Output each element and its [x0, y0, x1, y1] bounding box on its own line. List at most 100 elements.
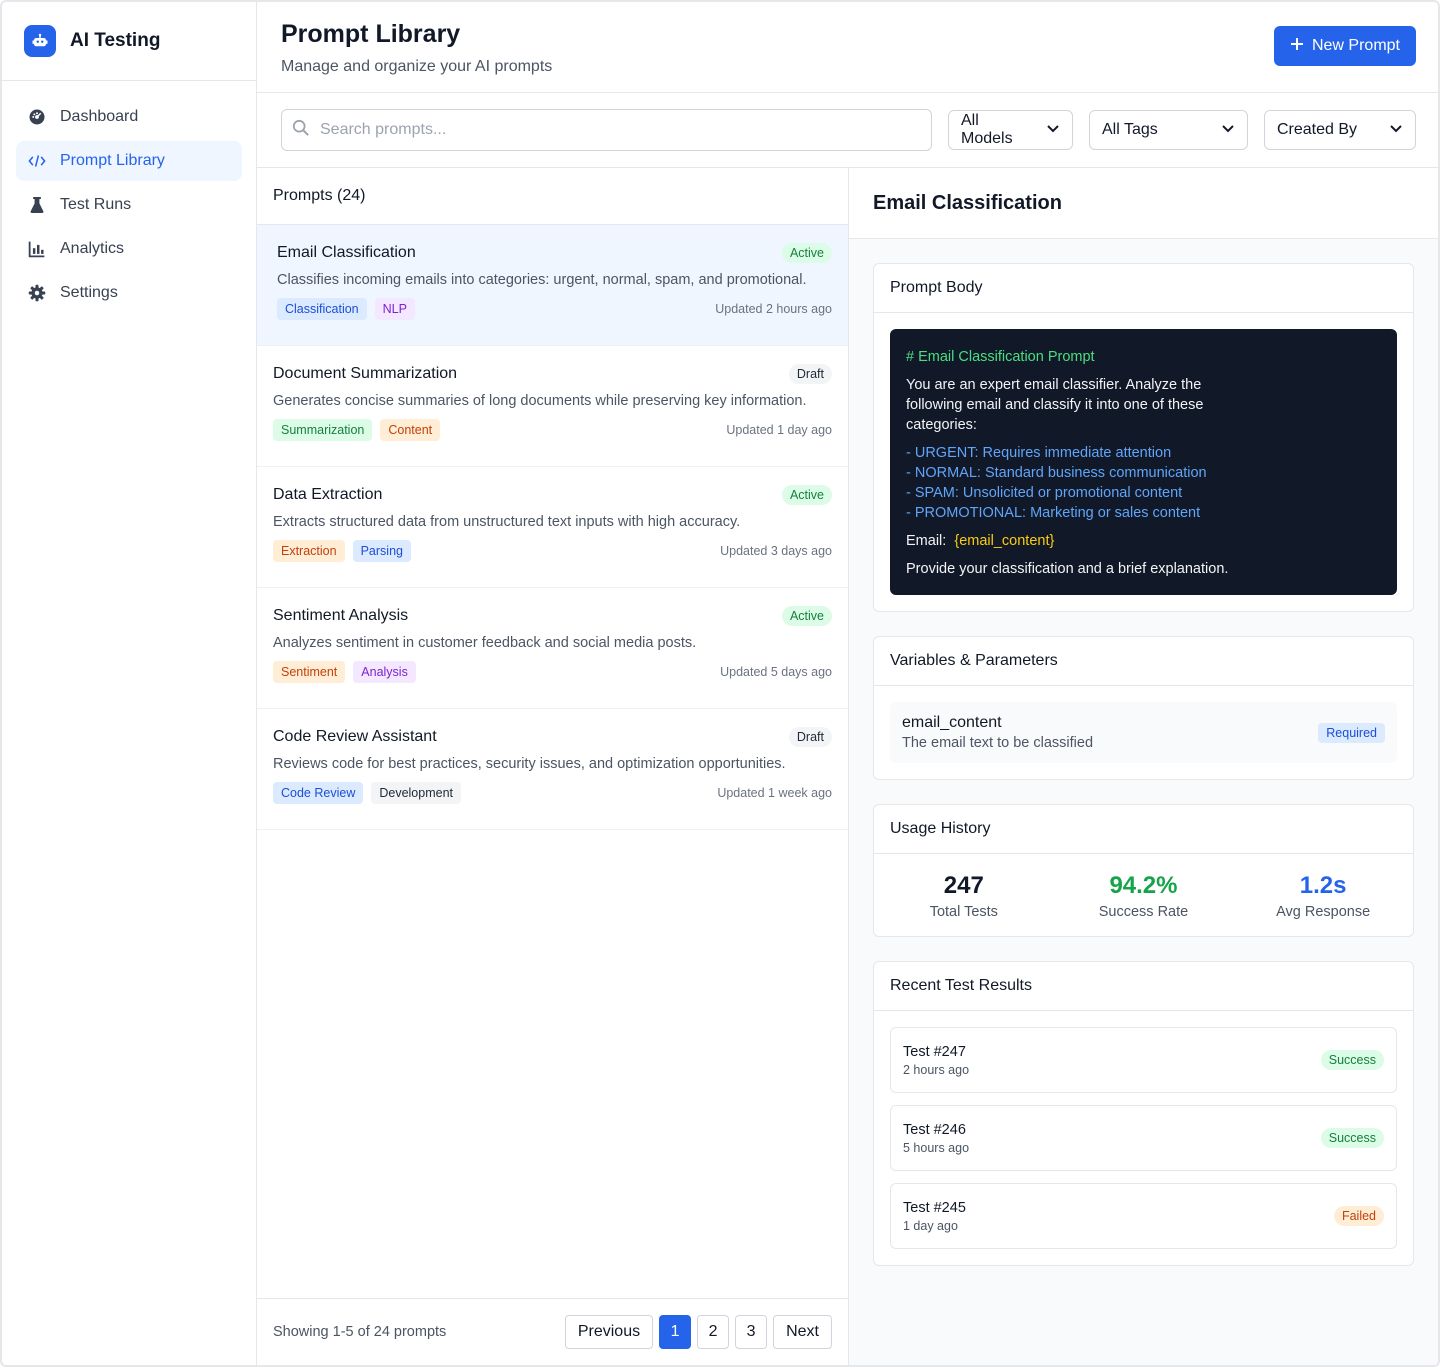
- tag: Content: [380, 419, 441, 441]
- card-heading: Variables & Parameters: [874, 637, 1413, 686]
- code-comment: # Email Classification Prompt: [906, 349, 1095, 365]
- updated-time: Updated 3 days ago: [720, 544, 832, 558]
- result-status-badge: Success: [1320, 1128, 1384, 1148]
- prompt-body-card: Prompt Body # Email Classification Promp…: [873, 263, 1414, 612]
- required-badge: Required: [1318, 722, 1385, 743]
- models-select[interactable]: All Models: [948, 110, 1073, 150]
- page-3-button[interactable]: 3: [735, 1315, 768, 1349]
- code-variable: {email_content}: [954, 533, 1055, 549]
- sidebar-item-dashboard[interactable]: Dashboard: [16, 97, 242, 137]
- prompt-list: Email Classification Active Classifies i…: [257, 225, 848, 1298]
- tag: Development: [371, 782, 461, 804]
- status-badge: Active: [781, 243, 832, 263]
- updated-time: Updated 2 hours ago: [715, 302, 832, 316]
- variable-row: email_content The email text to be class…: [890, 702, 1397, 763]
- main-area: Prompt Library Manage and organize your …: [257, 2, 1438, 1365]
- created-by-select[interactable]: Created By: [1264, 110, 1416, 150]
- test-name: Test #246: [903, 1121, 966, 1138]
- prompt-title: Code Review Assistant: [273, 728, 437, 745]
- sidebar-item-label: Dashboard: [60, 108, 139, 125]
- tag: NLP: [374, 298, 415, 320]
- sidebar-item-label: Analytics: [60, 240, 125, 257]
- prompt-item[interactable]: Sentiment Analysis Active Analyzes senti…: [257, 588, 848, 709]
- flask-icon: [28, 196, 46, 214]
- tags-select[interactable]: All Tags: [1089, 110, 1248, 150]
- code-email-label: Email:: [906, 533, 947, 549]
- prompt-list-panel: Prompts (24) Email Classification Active…: [257, 168, 849, 1365]
- app-window: AI Testing Dashboard Prompt Library Test…: [0, 0, 1440, 1367]
- result-status-badge: Failed: [1333, 1206, 1384, 1226]
- sidebar-item-label: Prompt Library: [60, 152, 165, 169]
- sidebar-item-analytics[interactable]: Analytics: [16, 229, 242, 269]
- prompt-description: Classifies incoming emails into categori…: [277, 272, 807, 288]
- brand-title: AI Testing: [70, 30, 161, 51]
- stat-avg-response: 1.2s Avg Response: [1234, 872, 1412, 920]
- prompt-item[interactable]: Data Extraction Active Extracts structur…: [257, 467, 848, 588]
- status-badge: Active: [781, 485, 832, 505]
- code-category: - SPAM: Unsolicited or promotional conte…: [906, 485, 1183, 501]
- tag: Classification: [277, 298, 367, 320]
- prompt-title: Email Classification: [277, 244, 416, 261]
- filter-bar: All Models All Tags Created By: [257, 93, 1438, 168]
- sidebar: AI Testing Dashboard Prompt Library Test…: [2, 2, 257, 1365]
- search-icon: [292, 119, 310, 142]
- test-result-row[interactable]: Test #247 2 hours ago Success: [890, 1027, 1397, 1093]
- prompt-item[interactable]: Email Classification Active Classifies i…: [257, 225, 848, 346]
- sidebar-item-settings[interactable]: Settings: [16, 273, 242, 313]
- page-title: Prompt Library: [281, 20, 461, 48]
- result-status-badge: Success: [1320, 1050, 1384, 1070]
- prompt-description: Extracts structured data from unstructur…: [273, 514, 741, 530]
- next-page-button[interactable]: Next: [773, 1315, 832, 1349]
- page-header: Prompt Library Manage and organize your …: [257, 2, 1438, 93]
- search-input[interactable]: [320, 121, 896, 139]
- search-box: [281, 109, 932, 151]
- code-line: categories:: [906, 417, 977, 433]
- test-result-row[interactable]: Test #245 1 day ago Failed: [890, 1183, 1397, 1249]
- code-line: following email and classify it into one…: [906, 397, 1204, 413]
- brand: AI Testing: [2, 2, 256, 81]
- prompt-item[interactable]: Document Summarization Draft Generates c…: [257, 346, 848, 467]
- code-category: - PROMOTIONAL: Marketing or sales conten…: [906, 505, 1201, 521]
- content-area: Prompts (24) Email Classification Active…: [257, 168, 1438, 1365]
- prompt-title: Sentiment Analysis: [273, 607, 409, 624]
- previous-page-button[interactable]: Previous: [564, 1315, 654, 1349]
- sidebar-item-prompt-library[interactable]: Prompt Library: [16, 141, 242, 181]
- test-result-row[interactable]: Test #246 5 hours ago Success: [890, 1105, 1397, 1171]
- tag: Parsing: [352, 540, 411, 562]
- pagination-info: Showing 1-5 of 24 prompts: [273, 1324, 447, 1340]
- usage-history-card: Usage History 247 Total Tests 94.2% Succ…: [873, 804, 1414, 937]
- prompt-code-block[interactable]: # Email Classification Prompt You are an…: [890, 329, 1397, 595]
- tag: Code Review: [273, 782, 364, 804]
- prompt-description: Analyzes sentiment in customer feedback …: [273, 635, 697, 651]
- stat-label: Total Tests: [929, 904, 998, 920]
- status-badge: Draft: [788, 727, 832, 747]
- tag: Summarization: [273, 419, 373, 441]
- created-by-select-value: Created By: [1277, 121, 1358, 138]
- test-time: 2 hours ago: [903, 1062, 970, 1077]
- tag: Extraction: [273, 540, 345, 562]
- page-subtitle: Manage and organize your AI prompts: [281, 58, 553, 75]
- new-prompt-button[interactable]: New Prompt: [1273, 26, 1416, 66]
- variable-name: email_content: [902, 714, 1002, 731]
- recent-results-card: Recent Test Results Test #247 2 hours ag…: [873, 961, 1414, 1266]
- stat-total-tests: 247 Total Tests: [875, 872, 1053, 920]
- tag: Sentiment: [273, 661, 346, 683]
- gear-icon: [28, 284, 46, 302]
- sidebar-item-test-runs[interactable]: Test Runs: [16, 185, 242, 225]
- test-name: Test #247: [903, 1043, 966, 1060]
- prompt-title: Document Summarization: [273, 365, 458, 382]
- status-badge: Active: [781, 606, 832, 626]
- variable-description: The email text to be classified: [902, 735, 1094, 751]
- stat-value: 94.2%: [1109, 872, 1178, 899]
- stat-label: Avg Response: [1276, 904, 1371, 920]
- page-2-button[interactable]: 2: [697, 1315, 730, 1349]
- stat-label: Success Rate: [1098, 904, 1189, 920]
- robot-icon: [24, 25, 56, 57]
- page-1-button[interactable]: 1: [659, 1315, 692, 1349]
- prompt-item[interactable]: Code Review Assistant Draft Reviews code…: [257, 709, 848, 830]
- updated-time: Updated 1 week ago: [717, 786, 832, 800]
- detail-title: Email Classification: [849, 168, 1438, 239]
- test-time: 5 hours ago: [903, 1140, 970, 1155]
- updated-time: Updated 1 day ago: [726, 423, 832, 437]
- dashboard-icon: [28, 108, 46, 126]
